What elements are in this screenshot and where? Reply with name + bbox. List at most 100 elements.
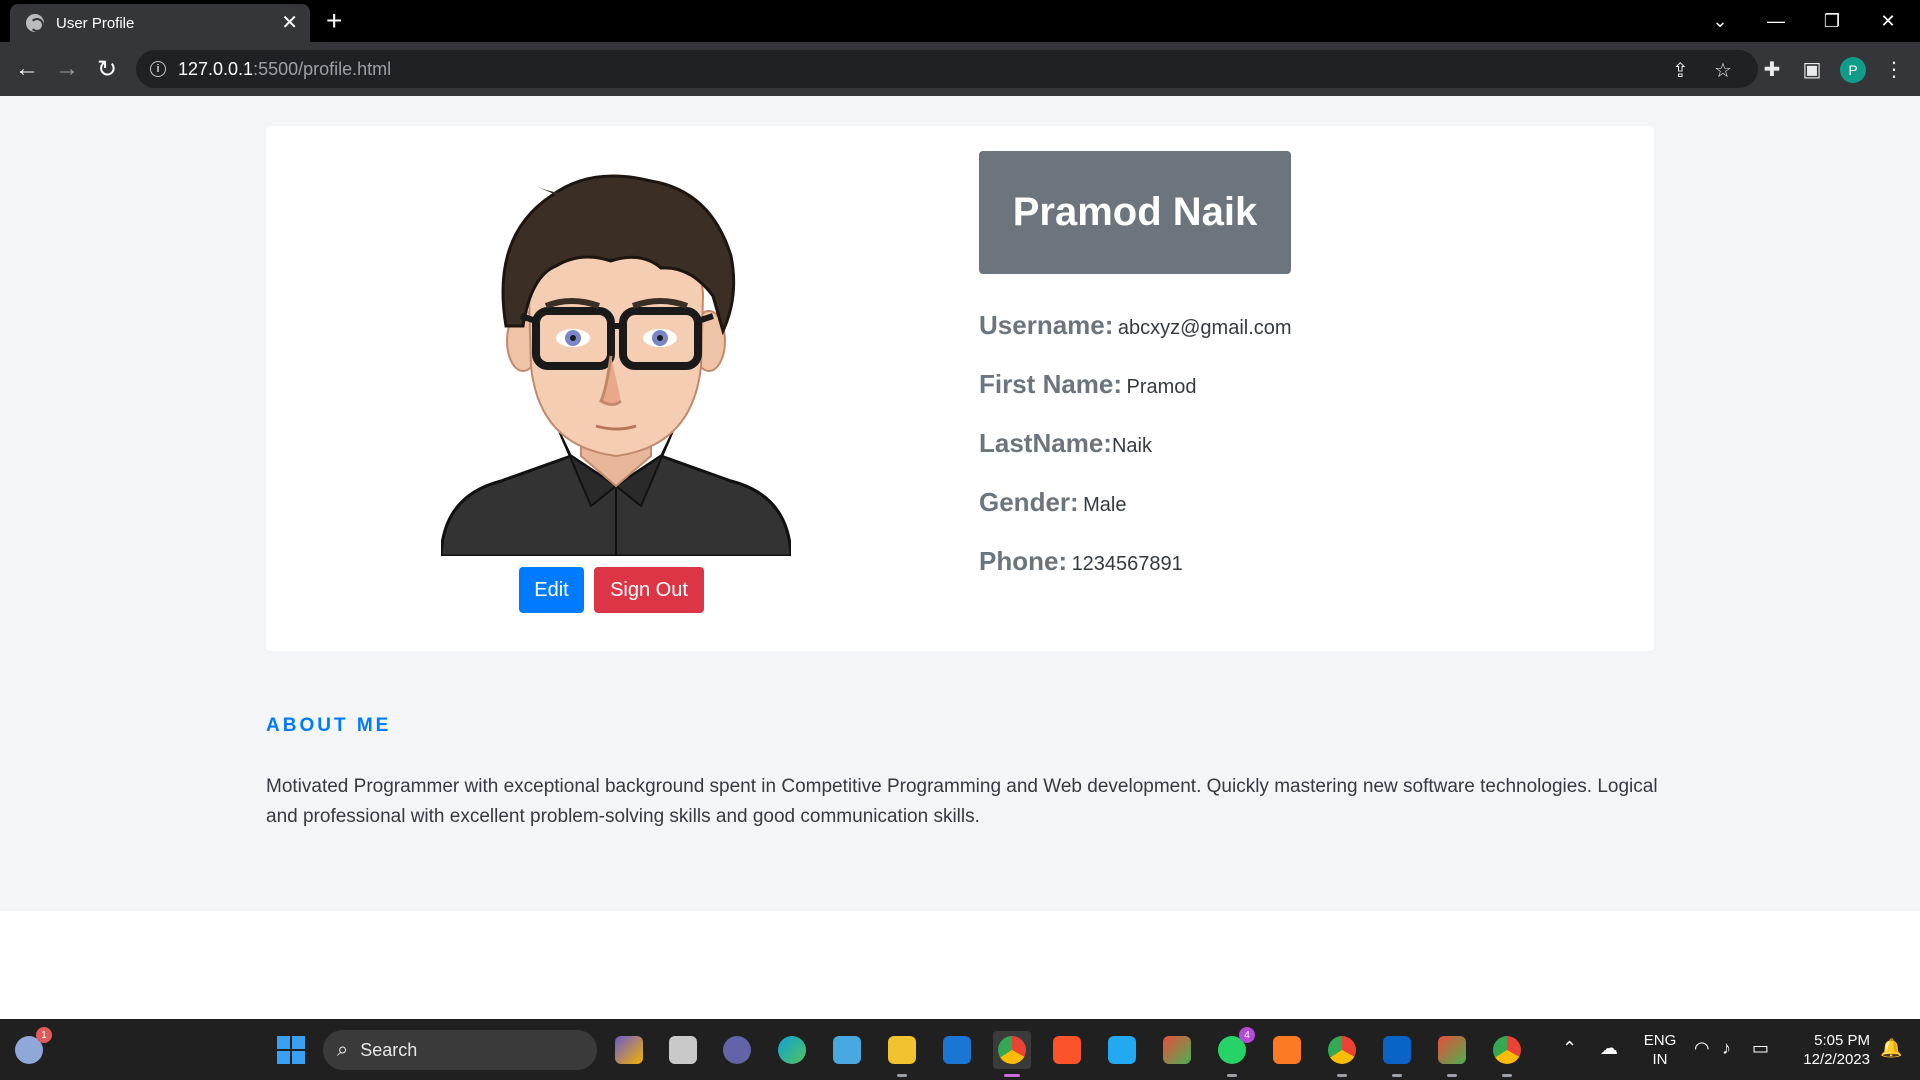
brave-icon xyxy=(1053,1036,1081,1064)
running-indicator xyxy=(897,1074,907,1077)
bookmark-star-icon[interactable]: ☆ xyxy=(1714,58,1732,83)
taskbar-app-task-view[interactable] xyxy=(664,1031,702,1069)
page-bottom-area xyxy=(0,911,1920,1019)
address-bar[interactable]: i 127.0.0.1:5500/profile.html ⇪ ☆ xyxy=(136,50,1758,88)
taskbar-app-outlook[interactable] xyxy=(1378,1031,1416,1077)
region-code: IN xyxy=(1652,1051,1668,1068)
last-name-value: Naik xyxy=(1111,435,1152,457)
close-window-button[interactable]: ✕ xyxy=(1860,0,1916,42)
volume-icon[interactable]: ♪ xyxy=(1722,1038,1731,1059)
restore-button[interactable]: ❐ xyxy=(1804,0,1860,42)
taskbar-app-whatsapp[interactable]: 4 xyxy=(1213,1027,1255,1077)
info-row-phone: Phone: 1234567891 xyxy=(979,546,1183,577)
info-row-gender: Gender: Male xyxy=(979,487,1127,518)
git-icon xyxy=(1438,1036,1466,1064)
widgets-icon xyxy=(615,1036,643,1064)
profile-name-banner: Pramod Naik xyxy=(979,151,1291,274)
menu-kebab-icon[interactable]: ⋮ xyxy=(1880,55,1908,83)
tab-close-icon[interactable]: ✕ xyxy=(281,13,298,33)
clock-date: 12/2/2023 xyxy=(1803,1051,1870,1068)
tab-title: User Profile xyxy=(56,14,135,32)
windows-taskbar: 1 ⌕ Search 4 ⌃ ☁ ENG IN ◠ ♪ ▭ 5:05 PM 12… xyxy=(0,1019,1920,1080)
phone-label: Phone: xyxy=(979,546,1068,576)
start-button[interactable] xyxy=(272,1031,310,1069)
xampp-icon xyxy=(1273,1036,1301,1064)
notepad-icon xyxy=(833,1036,861,1064)
url-host: 127.0.0.1 xyxy=(178,58,254,79)
taskbar-app-mail[interactable] xyxy=(938,1031,976,1069)
taskbar-app-git-2[interactable] xyxy=(1433,1031,1471,1077)
running-indicator xyxy=(1447,1074,1457,1077)
taskbar-app-chrome-profile-2[interactable] xyxy=(1488,1031,1526,1077)
taskbar-app-file-explorer[interactable] xyxy=(883,1031,921,1077)
new-tab-button[interactable]: + xyxy=(326,7,342,35)
tab-search-chevron-icon[interactable]: ⌄ xyxy=(1692,0,1748,42)
mail-icon xyxy=(943,1036,971,1064)
running-indicator xyxy=(1337,1074,1347,1077)
running-indicator xyxy=(1392,1074,1402,1077)
browser-profile-avatar[interactable]: P xyxy=(1840,57,1866,83)
share-icon[interactable]: ⇪ xyxy=(1672,58,1689,83)
gender-value: Male xyxy=(1083,494,1127,516)
outlook-icon xyxy=(1383,1036,1411,1064)
search-label: Search xyxy=(360,1039,418,1060)
onedrive-cloud-icon[interactable]: ☁ xyxy=(1600,1038,1618,1059)
wifi-icon[interactable]: ◠ xyxy=(1694,1038,1710,1059)
profile-name: Pramod Naik xyxy=(1012,190,1258,234)
back-arrow-icon[interactable]: ← xyxy=(13,55,41,83)
running-indicator xyxy=(1227,1074,1237,1077)
browser-toolbar: ← → ↻ i 127.0.0.1:5500/profile.html ⇪ ☆ … xyxy=(0,42,1920,96)
tab-user-profile[interactable]: User Profile ✕ xyxy=(10,4,310,42)
taskbar-app-git[interactable] xyxy=(1158,1031,1196,1069)
info-row-last-name: LastName:Naik xyxy=(979,428,1152,459)
side-panel-icon[interactable]: ▣ xyxy=(1798,55,1826,83)
info-row-username: Username: abcxyz@gmail.com xyxy=(979,310,1292,341)
task-view-icon xyxy=(669,1036,697,1064)
minimize-button[interactable]: ― xyxy=(1748,0,1804,42)
language-indicator[interactable]: ENG IN xyxy=(1640,1031,1680,1069)
username-value: abcxyz@gmail.com xyxy=(1117,317,1292,339)
chrome-icon xyxy=(1328,1036,1356,1064)
extensions-puzzle-icon[interactable]: ✚ xyxy=(1758,55,1786,83)
git-icon xyxy=(1163,1036,1191,1064)
weather-badge: 1 xyxy=(36,1027,52,1043)
notification-bell-icon[interactable]: 🔔 xyxy=(1880,1038,1902,1059)
page-body: Edit Sign Out Pramod Naik Username: abcx… xyxy=(0,96,1920,911)
show-hidden-icons-chevron-icon[interactable]: ⌃ xyxy=(1562,1038,1577,1059)
taskbar-app-chrome-active[interactable] xyxy=(993,1031,1031,1077)
taskbar-app-edge[interactable] xyxy=(773,1031,811,1069)
info-row-first-name: First Name: Pramod xyxy=(979,369,1197,400)
whatsapp-badge: 4 xyxy=(1239,1027,1255,1043)
last-name-label: LastName: xyxy=(979,428,1112,458)
url-path: :5500/profile.html xyxy=(253,58,392,79)
taskbar-app-teams[interactable] xyxy=(718,1031,756,1069)
edge-icon xyxy=(778,1036,806,1064)
forward-arrow-icon[interactable]: → xyxy=(53,55,81,83)
username-label: Username: xyxy=(979,310,1114,340)
taskbar-app-notepad[interactable] xyxy=(828,1031,866,1069)
first-name-value: Pramod xyxy=(1126,376,1197,398)
cartoon-avatar xyxy=(439,174,793,558)
about-heading: ABOUT ME xyxy=(266,715,392,736)
taskbar-app-xampp[interactable] xyxy=(1268,1031,1306,1069)
taskbar-app-vscode[interactable] xyxy=(1103,1031,1141,1069)
sign-out-button[interactable]: Sign Out xyxy=(594,567,704,613)
taskbar-app-chrome-profile[interactable] xyxy=(1323,1031,1361,1077)
battery-icon[interactable]: ▭ xyxy=(1752,1038,1769,1059)
clock[interactable]: 5:05 PM 12/2/2023 xyxy=(1790,1031,1870,1069)
site-info-icon[interactable]: i xyxy=(150,61,166,77)
vscode-icon xyxy=(1108,1036,1136,1064)
edit-button[interactable]: Edit xyxy=(519,567,584,613)
profile-avatar-image xyxy=(439,156,793,558)
windows-logo-icon xyxy=(277,1036,305,1064)
taskbar-search[interactable]: ⌕ Search xyxy=(323,1030,597,1070)
active-indicator xyxy=(1004,1074,1020,1077)
weather-widget[interactable]: 1 xyxy=(10,1027,52,1069)
gender-label: Gender: xyxy=(979,487,1079,517)
taskbar-app-brave[interactable] xyxy=(1048,1031,1086,1069)
language-code: ENG xyxy=(1643,1032,1677,1049)
browser-tab-bar: User Profile ✕ + ⌄ ― ❐ ✕ xyxy=(0,0,1920,42)
taskbar-app-widgets[interactable] xyxy=(610,1031,648,1069)
reload-icon[interactable]: ↻ xyxy=(93,55,121,83)
phone-value: 1234567891 xyxy=(1071,553,1183,575)
